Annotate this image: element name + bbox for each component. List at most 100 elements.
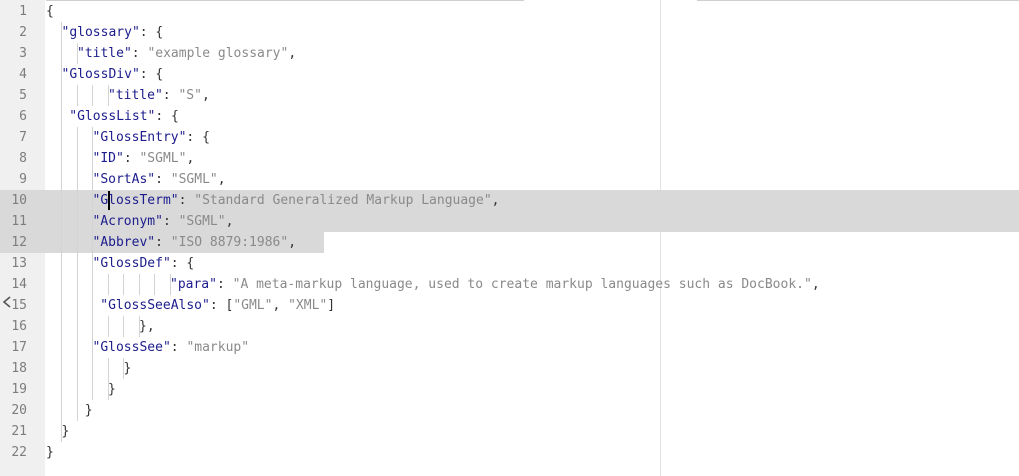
code-line[interactable]: 22} [0,442,1019,463]
indent-guide [92,316,93,337]
code-line[interactable]: 17 "GlossSee": "markup" [0,337,1019,358]
code-line[interactable]: 21} [0,421,1019,442]
code-text[interactable]: "GlossDiv": { [62,64,164,85]
line-number: 2 [19,25,27,40]
code-line[interactable]: 9 "SortAs": "SGML", [0,169,1019,190]
line-number: 14 [11,277,27,292]
json-key: "GlossSee" [92,340,171,355]
code-line[interactable]: 4 "GlossDiv": { [0,64,1019,85]
code-line[interactable]: 19} [0,379,1019,400]
indent-guide [107,316,109,337]
json-key: "glossary" [61,25,140,40]
code-line[interactable]: 20} [0,400,1019,421]
json-punctuation: { [46,4,54,19]
json-punctuation: , [288,235,297,250]
line-number: 17 [11,340,27,355]
indent-guide [154,274,155,295]
json-string: "GML" [233,298,273,313]
json-punctuation: } [123,361,132,376]
code-text[interactable]: "GlossSee": "markup" [93,337,250,358]
json-key: "ID" [92,151,124,166]
code-text[interactable]: } [108,379,116,400]
line-number: 1 [19,4,27,19]
code-text[interactable]: "GlossList": { [69,106,179,127]
code-line[interactable]: 5 "title": "S", [0,85,1019,106]
json-punctuation: : { [155,109,179,124]
code-line[interactable]: 3 "title": "example glossary", [0,43,1019,64]
line-number: 13 [11,256,27,271]
code-text[interactable]: } [85,400,93,421]
code-line[interactable]: 1{ [0,1,1019,22]
json-punctuation: } [61,424,70,439]
indent-guide [61,127,62,148]
json-key: "GlossSeeAlso" [100,298,210,313]
json-key: "SortAs" [92,172,156,187]
json-punctuation: , [811,277,820,292]
code-line[interactable]: 8 "ID": "SGML", [0,148,1019,169]
code-line[interactable]: 13 "GlossDef": { [0,253,1019,274]
indent-guide [76,232,78,253]
code-editor[interactable]: 1{2 "glossary": {3 "title": "example gloss… [0,0,1019,476]
line-number: 3 [19,46,27,61]
code-line[interactable]: 15 "GlossSeeAlso": ["GML", "XML"] [0,295,1019,316]
indent-guide [76,148,78,169]
code-text[interactable]: "glossary": { [62,22,164,43]
code-line[interactable]: 16}, [0,316,1019,337]
indent-guide [61,43,62,64]
code-text[interactable]: "title": "S", [108,85,210,106]
code-text[interactable]: "Abbrev": "ISO 8879:1986", [93,232,297,253]
code-line[interactable]: 6 "GlossList": { [0,106,1019,127]
indent-guide [61,274,62,295]
json-punctuation: , [491,193,500,208]
code-text[interactable]: "GlossEntry": { [93,127,210,148]
indent-guide [61,106,62,127]
code-text[interactable]: "ID": "SGML", [93,148,195,169]
line-number: 20 [11,403,27,418]
json-string: "S" [178,88,202,103]
code-text[interactable]: "title": "example glossary", [77,43,296,64]
code-text[interactable]: } [124,358,132,379]
json-punctuation: }, [139,319,155,334]
code-text[interactable]: "Acronym": "SGML", [93,211,234,232]
json-punctuation: : [ [209,298,234,313]
line-number: 6 [19,109,27,124]
json-punctuation: , [288,46,297,61]
indent-guide [92,85,93,106]
indent-guide [92,379,93,400]
code-line[interactable]: 14 "para": "A meta-markup language, used … [0,274,1019,295]
code-line[interactable]: 10 "GlossTerm": "Standard Generalized Mar… [0,190,1019,211]
code-line[interactable]: 11 "Acronym": "SGML", [0,211,1019,232]
json-punctuation: : [155,172,171,187]
code-line[interactable]: 7 "GlossEntry": { [0,127,1019,148]
line-number: 7 [19,130,27,145]
json-key: "title" [77,46,132,61]
json-punctuation: : [170,340,187,355]
json-punctuation: : [123,151,140,166]
line-number: 5 [19,88,27,103]
code-text[interactable]: "GlossSeeAlso": ["GML", "XML"] [100,295,335,316]
indent-guide [107,274,109,295]
json-punctuation: , [225,214,234,229]
line-number: 9 [19,172,27,187]
json-string: "A meta-markup language, used to create … [232,277,812,292]
code-text[interactable]: }, [139,316,155,337]
indent-guide [138,274,140,295]
code-line[interactable]: 18} [0,358,1019,379]
code-text[interactable]: "para": "A meta-markup language, used to… [170,274,820,295]
json-punctuation: : [162,88,179,103]
json-string: "example glossary" [147,46,289,61]
chevron-left-icon[interactable] [1,294,15,310]
code-text[interactable]: } [62,421,70,442]
json-punctuation: ] [327,298,336,313]
code-text[interactable]: "SortAs": "SGML", [93,169,226,190]
code-text[interactable]: { [46,1,54,22]
json-string: "ISO 8879:1986" [170,235,289,250]
code-text[interactable]: "GlossDef": { [93,253,195,274]
code-text[interactable]: } [46,442,54,463]
code-text[interactable]: "GlossTerm": "Standard Generalized Marku… [93,190,500,211]
code-line[interactable]: 2 "glossary": { [0,22,1019,43]
line-number: 11 [11,214,27,229]
indent-guide [76,190,78,211]
indent-guide [61,211,62,232]
code-line[interactable]: 12 "Abbrev": "ISO 8879:1986", [0,232,1019,253]
